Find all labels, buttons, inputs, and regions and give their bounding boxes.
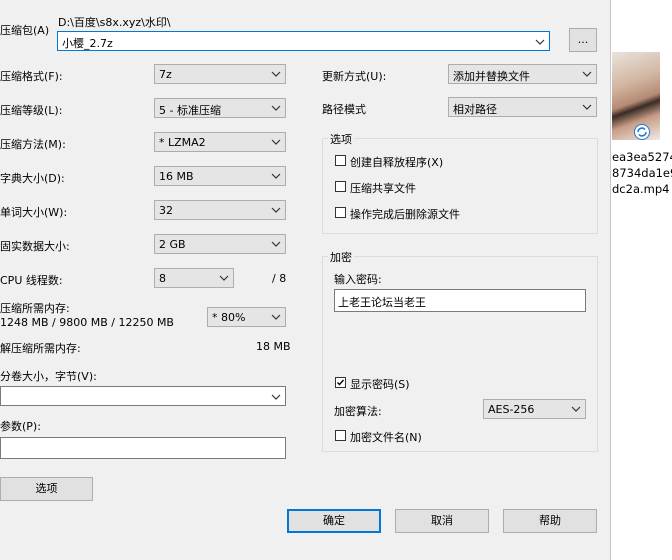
encryption-group-title: 加密 bbox=[328, 249, 354, 265]
shared-files-label[interactable]: 压缩共享文件 bbox=[350, 180, 416, 196]
archive-name-combo[interactable]: 小樱_2.7z bbox=[57, 31, 550, 51]
help-button[interactable]: 帮助 bbox=[503, 509, 597, 533]
method-value: * LZMA2 bbox=[159, 136, 206, 149]
password-input[interactable]: 上老王论坛当老王 bbox=[334, 289, 586, 312]
cancel-button[interactable]: 取消 bbox=[395, 509, 489, 533]
update-value: 添加并替换文件 bbox=[453, 70, 530, 83]
add-to-archive-dialog: 压缩包(A) D:\百度\s8x.xyz\水印\ 小樱_2.7z ... 压缩格… bbox=[0, 0, 611, 560]
chevron-down-icon bbox=[571, 406, 581, 412]
word-label: 单词大小(W): bbox=[0, 206, 68, 219]
encrypt-names-checkbox[interactable] bbox=[335, 430, 346, 441]
memory-percent-select[interactable]: * 80% bbox=[207, 307, 286, 327]
level-label: 压缩等级(L): bbox=[0, 104, 63, 117]
ok-button[interactable]: 确定 bbox=[287, 509, 381, 533]
sfx-label[interactable]: 创建自释放程序(X) bbox=[350, 154, 443, 170]
path-mode-value: 相对路径 bbox=[453, 103, 497, 116]
level-select[interactable]: 5 - 标准压缩 bbox=[154, 98, 286, 118]
chevron-down-icon bbox=[271, 241, 281, 247]
level-value: 5 - 标准压缩 bbox=[159, 104, 221, 117]
shared-files-checkbox[interactable] bbox=[335, 181, 346, 192]
cpu-total: / 8 bbox=[272, 272, 287, 285]
archive-path: D:\百度\s8x.xyz\水印\ bbox=[58, 16, 171, 29]
volume-label: 分卷大小，字节(V): bbox=[0, 370, 97, 383]
chevron-down-icon bbox=[271, 394, 281, 400]
show-password-checkbox[interactable] bbox=[335, 377, 346, 388]
file-name-line1: ea3ea5274 bbox=[612, 150, 672, 164]
word-value: 32 bbox=[159, 204, 173, 217]
browse-button[interactable]: ... bbox=[569, 28, 597, 52]
solid-label: 固实数据大小: bbox=[0, 240, 70, 253]
chevron-down-icon bbox=[271, 173, 281, 179]
cpu-value: 8 bbox=[159, 272, 166, 285]
memory-percent-value: * 80% bbox=[212, 311, 246, 324]
volume-combo[interactable] bbox=[0, 386, 286, 406]
sfx-checkbox[interactable] bbox=[335, 155, 346, 166]
params-input[interactable] bbox=[0, 437, 286, 459]
path-mode-label: 路径模式 bbox=[322, 103, 366, 116]
format-value: 7z bbox=[159, 68, 172, 81]
memory-values: 1248 MB / 9800 MB / 12250 MB bbox=[0, 316, 174, 329]
chevron-down-icon bbox=[271, 207, 281, 213]
solid-select[interactable]: 2 GB bbox=[154, 234, 286, 254]
memory-label: 压缩所需内存: bbox=[0, 302, 70, 315]
decompress-memory-value: 18 MB bbox=[256, 340, 291, 353]
video-thumbnail bbox=[612, 52, 660, 140]
decompress-memory-label: 解压缩所需内存: bbox=[0, 342, 81, 355]
cpu-label: CPU 线程数: bbox=[0, 274, 63, 287]
dict-label: 字典大小(D): bbox=[0, 172, 65, 185]
password-label: 输入密码: bbox=[334, 273, 382, 286]
update-label: 更新方式(U): bbox=[322, 70, 387, 83]
file-name-line3: dc2a.mp4 bbox=[612, 182, 670, 196]
archive-name-value: 小樱_2.7z bbox=[62, 37, 113, 50]
params-label: 参数(P): bbox=[0, 420, 41, 433]
encryption-method-label: 加密算法: bbox=[334, 405, 382, 418]
archive-label: 压缩包(A) bbox=[0, 24, 50, 37]
options-button[interactable]: 选项 bbox=[0, 477, 93, 501]
dict-select[interactable]: 16 MB bbox=[154, 166, 286, 186]
file-name-line2: 8734da1e9 bbox=[612, 166, 672, 180]
delete-after-checkbox[interactable] bbox=[335, 207, 346, 218]
encryption-method-value: AES-256 bbox=[488, 403, 535, 416]
chevron-down-icon bbox=[271, 71, 281, 77]
chevron-down-icon bbox=[535, 39, 545, 45]
format-select[interactable]: 7z bbox=[154, 64, 286, 84]
method-select[interactable]: * LZMA2 bbox=[154, 132, 286, 152]
encrypt-names-label[interactable]: 加密文件名(N) bbox=[350, 429, 422, 445]
chevron-down-icon bbox=[582, 104, 592, 110]
password-value: 上老王论坛当老王 bbox=[338, 296, 426, 309]
chevron-down-icon bbox=[271, 105, 281, 111]
cpu-select[interactable]: 8 bbox=[154, 268, 234, 288]
chevron-down-icon bbox=[271, 139, 281, 145]
solid-value: 2 GB bbox=[159, 238, 186, 251]
update-select[interactable]: 添加并替换文件 bbox=[448, 64, 597, 84]
show-password-label[interactable]: 显示密码(S) bbox=[350, 376, 410, 392]
checkmark-icon bbox=[337, 379, 345, 386]
dict-value: 16 MB bbox=[159, 170, 194, 183]
chevron-down-icon bbox=[271, 314, 281, 320]
format-label: 压缩格式(F): bbox=[0, 70, 63, 83]
options-group-title: 选项 bbox=[328, 131, 354, 147]
sync-badge-icon bbox=[634, 124, 650, 140]
chevron-down-icon bbox=[219, 275, 229, 281]
method-label: 压缩方法(M): bbox=[0, 138, 66, 151]
delete-after-label[interactable]: 操作完成后删除源文件 bbox=[350, 206, 460, 222]
encryption-method-select[interactable]: AES-256 bbox=[483, 399, 586, 419]
word-select[interactable]: 32 bbox=[154, 200, 286, 220]
path-mode-select[interactable]: 相对路径 bbox=[448, 97, 597, 117]
chevron-down-icon bbox=[582, 71, 592, 77]
